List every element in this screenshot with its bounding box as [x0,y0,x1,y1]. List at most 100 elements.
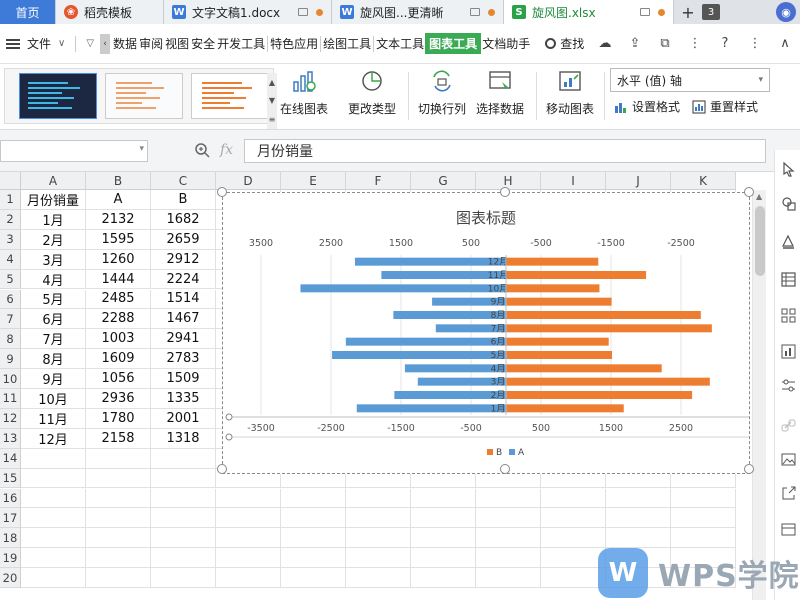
row-header[interactable]: 2 [0,209,21,230]
sheet-cell[interactable]: 2158 [86,428,151,449]
sheet-cell[interactable] [21,508,86,529]
menu-features[interactable]: 特色应用 [269,35,319,52]
sheet-cell[interactable] [86,508,151,529]
sheet-cell[interactable] [21,528,86,549]
row-header[interactable]: 11 [0,389,21,409]
sheet-cell[interactable]: 7月 [21,329,86,350]
sheet-cell[interactable] [346,488,411,509]
sheet-cell[interactable] [346,568,411,588]
sheet-cell[interactable]: 1509 [151,369,216,389]
share-out-icon[interactable] [781,486,796,501]
zoom-icon[interactable] [194,142,210,158]
sheet-cell[interactable] [411,568,476,588]
sheet-cell[interactable]: 1318 [151,428,216,449]
chart-style-thumb[interactable] [105,73,183,119]
sheet-cell[interactable] [86,448,151,469]
sheet-cell[interactable] [151,468,216,489]
sheet-cell[interactable]: 2001 [151,408,216,429]
column-header[interactable]: G [411,172,476,190]
sheet-cell[interactable] [476,528,541,549]
sheet-cell[interactable] [21,568,86,588]
sheet-cell[interactable] [411,488,476,509]
sheet-cell[interactable]: 1609 [86,349,151,370]
sheet-cell[interactable] [476,488,541,509]
gallery-scroll[interactable]: ▲ ▼ ≡ [267,73,277,129]
sheet-cell[interactable] [21,548,86,569]
sheet-cell[interactable] [216,488,281,509]
sheet-cell[interactable]: 1056 [86,369,151,389]
row-header[interactable]: 16 [0,488,21,509]
more-options-icon[interactable]: ⋮ [748,36,762,51]
sheet-cell[interactable] [151,508,216,529]
sheet-cell[interactable]: 2485 [86,289,151,310]
resize-handle[interactable] [500,187,510,197]
sheet-cell[interactable] [281,508,346,529]
sheet-cell[interactable] [86,568,151,588]
column-header[interactable]: C [151,172,216,190]
sheet-cell[interactable]: 月份销量 [21,190,86,210]
sheet-cell[interactable] [671,528,736,549]
more-icon[interactable]: ⋮ [688,36,702,51]
column-header[interactable]: K [671,172,736,190]
menu-scroll-left-icon[interactable]: ‹ [100,33,111,54]
resize-handle[interactable] [500,464,510,474]
bar-chart-icon[interactable] [781,344,796,359]
export-icon[interactable]: ⧉ [658,36,672,51]
sheet-cell[interactable] [281,488,346,509]
help-icon[interactable]: ? [718,36,732,51]
sheet-cell[interactable] [476,508,541,529]
column-header[interactable]: E [281,172,346,190]
sheet-cell[interactable] [411,548,476,569]
tab-docer[interactable]: ❀ 稻壳模板 [56,0,164,24]
sheet-cell[interactable]: 2783 [151,349,216,370]
sheet-cell[interactable]: 11月 [21,408,86,429]
image-icon[interactable] [781,452,796,467]
row-header[interactable]: 1 [0,190,21,210]
name-box[interactable] [0,140,148,162]
chart-element-select[interactable]: 水平 (值) 轴 ▾ [610,68,770,92]
sheet-cell[interactable]: 12月 [21,428,86,449]
sheet-cell[interactable] [346,528,411,549]
switch-row-col-button[interactable]: 切换行列 [418,68,466,117]
sheet-cell[interactable] [606,528,671,549]
sheet-cell[interactable] [216,568,281,588]
sheet-cell[interactable] [281,528,346,549]
sheet-cell[interactable] [151,568,216,588]
search-button[interactable]: 查找 [545,35,584,52]
sheet-cell[interactable]: 2659 [151,229,216,250]
sheet-cell[interactable] [541,528,606,549]
sheet-cell[interactable]: 2936 [86,389,151,409]
sheet-cell[interactable] [216,508,281,529]
row-header[interactable]: 7 [0,309,21,330]
sheet-cell[interactable] [281,568,346,588]
sheet-cell[interactable]: 8月 [21,349,86,370]
sheet-cell[interactable] [541,488,606,509]
cursor-icon[interactable] [781,162,796,177]
sheet-cell[interactable] [476,548,541,569]
hamburger-icon[interactable] [6,37,20,51]
column-header[interactable]: I [541,172,606,190]
resize-handle[interactable] [217,464,227,474]
box-icon[interactable] [781,522,796,537]
set-format-button[interactable]: 设置格式 [614,98,680,115]
sheet-cell[interactable]: 1260 [86,249,151,270]
sheet-cell[interactable]: 2912 [151,249,216,270]
column-header[interactable]: D [216,172,281,190]
tab-sheet[interactable]: S 旋风图.xlsx [504,0,674,24]
row-header[interactable]: 20 [0,568,21,588]
sheet-cell[interactable]: 1444 [86,269,151,290]
select-data-button[interactable]: 选择数据 [476,68,524,117]
sheet-cell[interactable]: 1780 [86,408,151,429]
column-header[interactable]: B [86,172,151,190]
reset-style-button[interactable]: 重置样式 [692,98,758,115]
collapse-ribbon-icon[interactable]: ∧ [778,36,792,51]
menu-drawing-tools[interactable]: 绘图工具 [322,35,372,52]
sheet-cell[interactable]: 1682 [151,209,216,230]
row-header[interactable]: 3 [0,229,21,250]
menu-text-tools[interactable]: 文本工具 [375,35,425,52]
menu-doc-assistant[interactable]: 文档助手 [481,35,531,52]
resize-handle[interactable] [744,464,754,474]
column-header[interactable]: A [21,172,86,190]
row-header[interactable]: 6 [0,289,21,310]
tab-doc2[interactable]: W 旋风图...更清晰 [332,0,504,24]
